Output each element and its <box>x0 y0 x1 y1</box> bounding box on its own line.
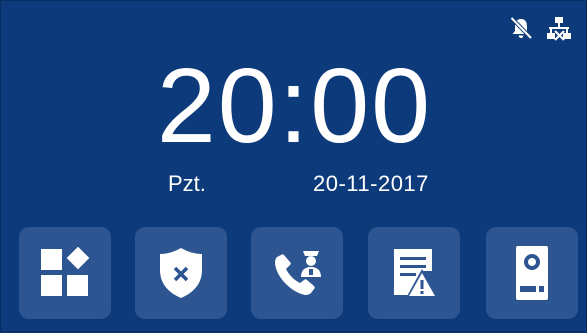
apps-grid-icon <box>41 247 90 296</box>
clock-day: Pzt. <box>168 171 206 196</box>
app-dock <box>1 227 587 333</box>
apps-button[interactable] <box>19 227 111 319</box>
call-guard-button[interactable] <box>251 227 343 319</box>
security-button[interactable] <box>135 227 227 319</box>
alert-document-icon <box>394 249 438 298</box>
network-icon <box>547 17 571 41</box>
clock-time: 20:00 <box>156 47 433 165</box>
shield-x-icon <box>160 248 202 298</box>
door-station-button[interactable] <box>486 227 578 319</box>
phone-guard-icon <box>275 251 321 295</box>
clock-date: 20-11-2017 <box>313 171 429 196</box>
alarm-log-button[interactable] <box>368 227 460 319</box>
door-station-icon <box>516 246 548 300</box>
intercom-home-screen: 20:00 Pzt. 20-11-2017 <box>0 0 587 332</box>
status-bar <box>508 15 572 41</box>
bell-muted-icon <box>510 16 533 40</box>
